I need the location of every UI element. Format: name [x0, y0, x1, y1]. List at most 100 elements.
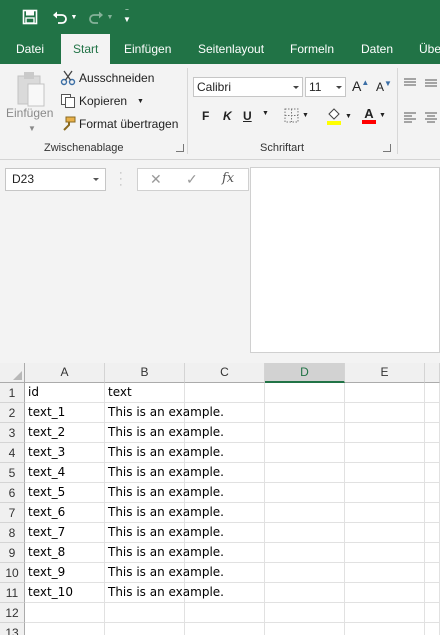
enter-icon[interactable]: ✓	[186, 171, 198, 188]
cell-filler[interactable]	[425, 503, 440, 523]
cell-d2[interactable]	[265, 403, 345, 423]
cell-e10[interactable]	[345, 563, 425, 583]
cell-filler[interactable]	[425, 583, 440, 603]
cell-e8[interactable]	[345, 523, 425, 543]
cell-filler[interactable]	[425, 383, 440, 403]
cell-b12[interactable]	[105, 603, 185, 623]
row-header-3[interactable]: 3	[0, 423, 25, 443]
cell-filler[interactable]	[425, 563, 440, 583]
align-top-icon[interactable]	[403, 76, 417, 93]
cell-c11[interactable]	[185, 583, 265, 603]
tab-start[interactable]: Start	[61, 34, 111, 64]
tab-datei[interactable]: Datei	[16, 34, 44, 64]
cell-c5[interactable]	[185, 463, 265, 483]
cell-e12[interactable]	[345, 603, 425, 623]
cell-a1[interactable]: id	[25, 383, 105, 403]
cell-d4[interactable]	[265, 443, 345, 463]
cell-d5[interactable]	[265, 463, 345, 483]
cell-a7[interactable]: text_6	[25, 503, 105, 523]
cell-a9[interactable]: text_8	[25, 543, 105, 563]
cell-c4[interactable]	[185, 443, 265, 463]
italic-button[interactable]: K	[223, 109, 232, 123]
cell-b1[interactable]: text	[105, 383, 185, 403]
cell-filler[interactable]	[425, 603, 440, 623]
row-header-11[interactable]: 11	[0, 583, 25, 603]
cell-c13[interactable]	[185, 623, 265, 635]
cell-b7[interactable]: This is an example.	[105, 503, 224, 523]
cell-d10[interactable]	[265, 563, 345, 583]
cell-c12[interactable]	[185, 603, 265, 623]
column-header-c[interactable]: C	[185, 363, 265, 383]
cell-a5[interactable]: text_4	[25, 463, 105, 483]
cell-d12[interactable]	[265, 603, 345, 623]
cell-d7[interactable]	[265, 503, 345, 523]
customize-qat-icon[interactable]: ‾ ▼	[120, 7, 134, 27]
cell-a11[interactable]: text_10	[25, 583, 105, 603]
copy-button[interactable]: Kopieren ▼	[60, 93, 144, 109]
row-header-9[interactable]: 9	[0, 543, 25, 563]
cell-b11[interactable]: This is an example.	[105, 583, 224, 603]
redo-icon[interactable]	[86, 7, 106, 27]
cell-a10[interactable]: text_9	[25, 563, 105, 583]
row-header-4[interactable]: 4	[0, 443, 25, 463]
cell-a4[interactable]: text_3	[25, 443, 105, 463]
shrink-font-button[interactable]: A ▼	[376, 79, 392, 95]
cell-c1[interactable]	[185, 383, 265, 403]
cell-e13[interactable]	[345, 623, 425, 635]
row-header-1[interactable]: 1	[0, 383, 25, 403]
cell-e2[interactable]	[345, 403, 425, 423]
cell-b6[interactable]: This is an example.	[105, 483, 224, 503]
cell-d9[interactable]	[265, 543, 345, 563]
border-button[interactable]: ▼	[284, 108, 309, 123]
cell-b3[interactable]: This is an example.	[105, 423, 224, 443]
fill-color-button[interactable]: ▼	[326, 107, 352, 125]
cell-b2[interactable]: This is an example.	[105, 403, 224, 423]
row-header-13[interactable]: 13	[0, 623, 25, 635]
underline-button[interactable]: U	[243, 109, 252, 123]
tab-daten[interactable]: Daten	[361, 34, 393, 64]
cell-e6[interactable]	[345, 483, 425, 503]
cell-c8[interactable]	[185, 523, 265, 543]
column-header-e[interactable]: E	[345, 363, 425, 383]
cell-e5[interactable]	[345, 463, 425, 483]
row-header-12[interactable]: 12	[0, 603, 25, 623]
cancel-icon[interactable]: ✕	[150, 171, 162, 188]
font-name-combo[interactable]: Calibri	[193, 77, 303, 97]
cell-c10[interactable]	[185, 563, 265, 583]
cell-filler[interactable]	[425, 443, 440, 463]
redo-dropdown-icon[interactable]: ▼	[106, 7, 114, 27]
cell-d8[interactable]	[265, 523, 345, 543]
cell-a2[interactable]: text_1	[25, 403, 105, 423]
cell-filler[interactable]	[425, 623, 440, 635]
row-header-10[interactable]: 10	[0, 563, 25, 583]
cell-e11[interactable]	[345, 583, 425, 603]
name-box[interactable]: D23	[5, 168, 106, 191]
cell-d3[interactable]	[265, 423, 345, 443]
column-header-d[interactable]: D	[265, 363, 345, 383]
select-all-button[interactable]	[0, 363, 25, 383]
cell-filler[interactable]	[425, 543, 440, 563]
cell-b10[interactable]: This is an example.	[105, 563, 224, 583]
tab-seitenlayout[interactable]: Seitenlayout	[198, 34, 264, 64]
insert-function-icon[interactable]: fx	[222, 171, 234, 186]
cell-d11[interactable]	[265, 583, 345, 603]
cell-a6[interactable]: text_5	[25, 483, 105, 503]
cell-b9[interactable]: This is an example.	[105, 543, 224, 563]
border-dropdown-icon[interactable]: ▼	[302, 112, 309, 119]
cell-filler[interactable]	[425, 523, 440, 543]
bold-button[interactable]: F	[202, 109, 209, 123]
tab-einfuegen[interactable]: Einfügen	[124, 34, 171, 64]
cell-c2[interactable]	[185, 403, 265, 423]
column-header-a[interactable]: A	[25, 363, 105, 383]
cell-filler[interactable]	[425, 423, 440, 443]
cell-b8[interactable]: This is an example.	[105, 523, 224, 543]
cell-e9[interactable]	[345, 543, 425, 563]
cell-d13[interactable]	[265, 623, 345, 635]
row-header-2[interactable]: 2	[0, 403, 25, 423]
cell-filler[interactable]	[425, 403, 440, 423]
cell-b5[interactable]: This is an example.	[105, 463, 224, 483]
drag-handle-icon[interactable]: · · ·	[119, 168, 123, 191]
cell-c9[interactable]	[185, 543, 265, 563]
column-header-b[interactable]: B	[105, 363, 185, 383]
grow-font-button[interactable]: A ▲	[352, 78, 369, 95]
